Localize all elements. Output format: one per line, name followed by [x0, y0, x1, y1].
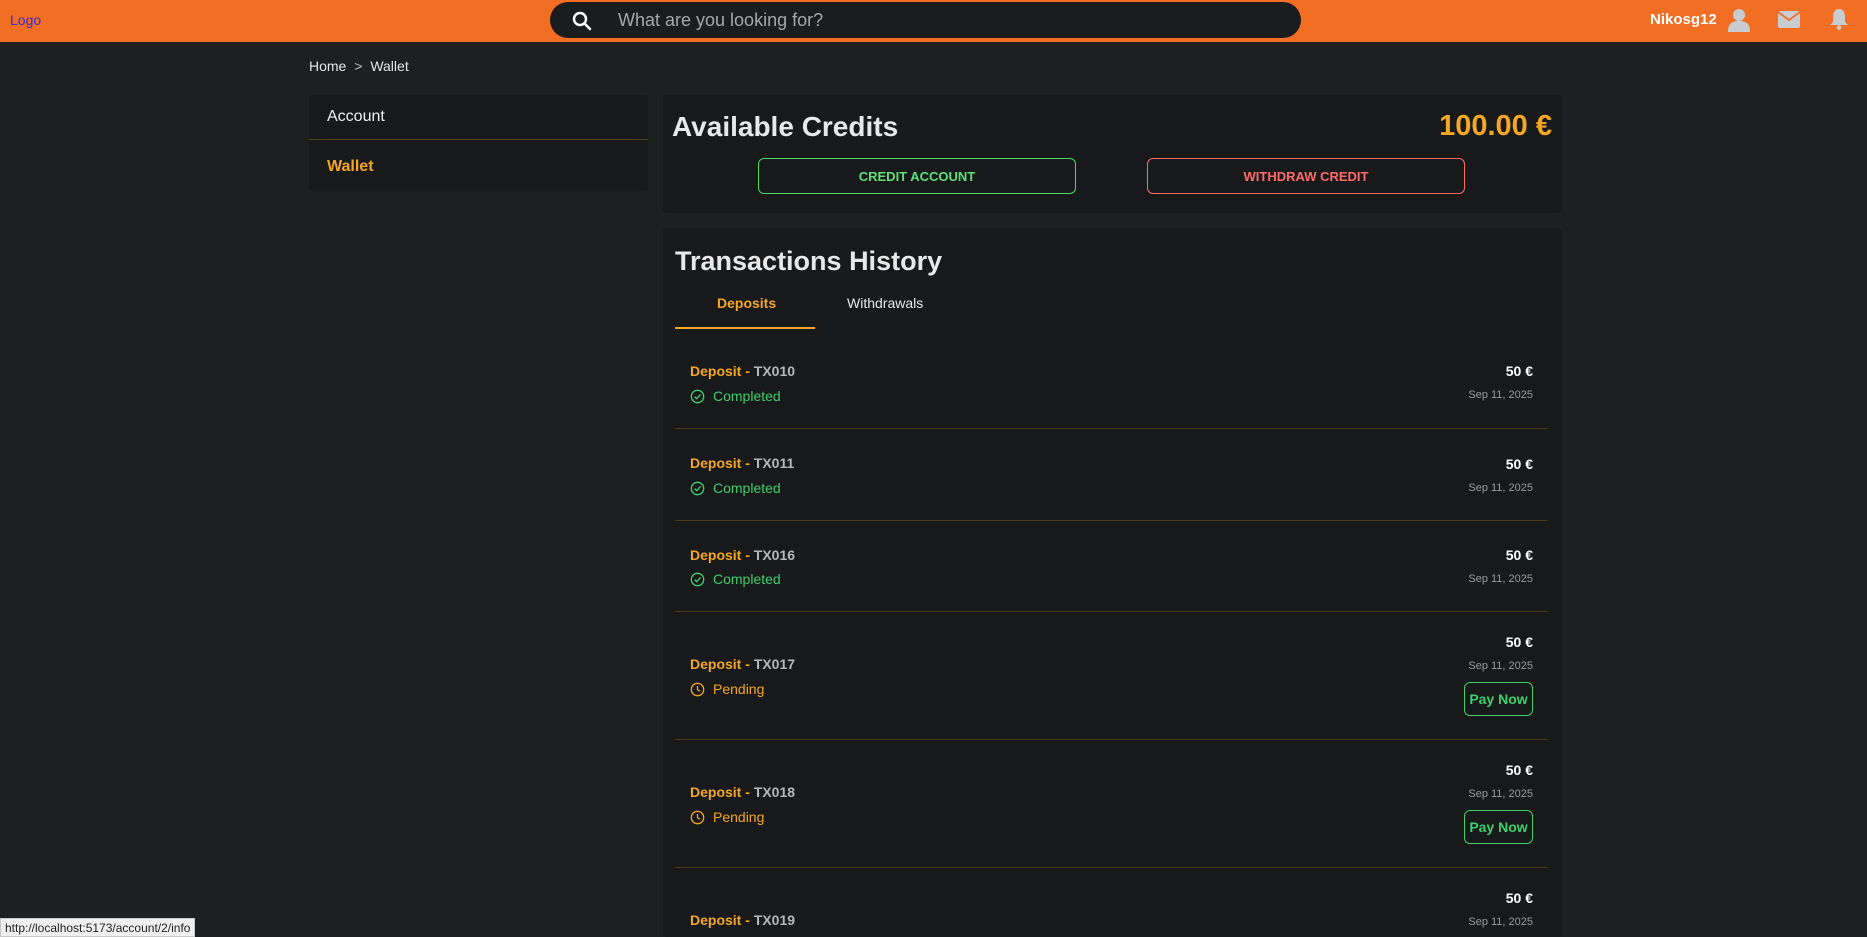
- credit-account-button[interactable]: CREDIT ACCOUNT: [758, 158, 1076, 194]
- pay-now-button[interactable]: Pay Now: [1464, 682, 1533, 716]
- credits-title: Available Credits: [672, 111, 899, 142]
- username[interactable]: Nikosg12: [1650, 11, 1717, 28]
- clock-icon: [690, 682, 705, 697]
- transaction-name: Deposit - TX018: [690, 784, 795, 800]
- search-icon[interactable]: [572, 11, 592, 31]
- transaction-id: TX018: [753, 784, 796, 800]
- active-tab-indicator: [675, 327, 815, 329]
- transaction-id: TX017: [753, 656, 796, 672]
- status-text: Completed: [713, 480, 781, 496]
- transaction-status: Completed: [690, 388, 781, 404]
- mail-icon[interactable]: [1778, 11, 1800, 28]
- transaction-status: Completed: [690, 571, 781, 587]
- transaction-amount: 50 €: [1505, 363, 1533, 379]
- transaction-date: Sep 11, 2025: [1468, 389, 1533, 401]
- user-icon[interactable]: [1728, 8, 1750, 32]
- account-sidebar: Account Wallet: [309, 95, 648, 191]
- check-circle-icon: [690, 481, 705, 496]
- search-input[interactable]: [618, 7, 1278, 33]
- check-circle-icon: [690, 389, 705, 404]
- transactions-card: Transactions History Deposits Withdrawal…: [663, 228, 1562, 937]
- transaction-id: TX011: [753, 455, 795, 471]
- transaction-id: TX019: [753, 912, 796, 928]
- status-text: Pending: [713, 809, 765, 825]
- transaction-row: Deposit - TX016 Completed 50 € Sep 11, 2…: [675, 521, 1547, 612]
- credits-card: Available Credits 100.00 € CREDIT ACCOUN…: [663, 95, 1562, 213]
- transaction-name: Deposit - TX016: [690, 547, 795, 563]
- transaction-amount: 50 €: [1505, 547, 1533, 563]
- status-text: Pending: [713, 681, 765, 697]
- transaction-amount: 50 €: [1505, 456, 1533, 472]
- transaction-row: Deposit - TX010 Completed 50 € Sep 11, 2…: [675, 336, 1547, 429]
- check-circle-icon: [690, 572, 705, 587]
- status-text: Completed: [713, 388, 781, 404]
- transaction-type: Deposit -: [690, 363, 750, 379]
- transaction-row: Deposit - TX011 Completed 50 € Sep 11, 2…: [675, 429, 1547, 521]
- transaction-type: Deposit -: [690, 547, 750, 563]
- transaction-name: Deposit - TX017: [690, 656, 795, 672]
- logo[interactable]: Logo: [10, 12, 41, 28]
- status-bar-url: http://localhost:5173/account/2/info: [0, 918, 196, 937]
- transaction-name: Deposit - TX011: [690, 455, 794, 471]
- clock-icon: [690, 810, 705, 825]
- credits-amount: 100.00 €: [1439, 110, 1552, 142]
- breadcrumb-current: Wallet: [370, 58, 409, 74]
- transactions-title: Transactions History: [675, 246, 943, 276]
- transaction-date: Sep 11, 2025: [1468, 916, 1533, 928]
- transaction-date: Sep 11, 2025: [1468, 573, 1533, 585]
- status-text: Completed: [713, 571, 781, 587]
- withdraw-credit-button[interactable]: WITHDRAW CREDIT: [1147, 158, 1465, 194]
- breadcrumb: Home > Wallet: [309, 58, 413, 74]
- transaction-status: Completed: [690, 480, 781, 496]
- tab-deposits[interactable]: Deposits: [717, 295, 776, 311]
- sidebar-item-wallet[interactable]: Wallet: [327, 158, 374, 176]
- transaction-name: Deposit - TX019: [690, 912, 795, 928]
- transaction-type: Deposit -: [690, 912, 750, 928]
- transaction-status: Pending: [690, 681, 764, 697]
- pay-now-button[interactable]: Pay Now: [1464, 810, 1533, 844]
- tab-withdrawals[interactable]: Withdrawals: [847, 295, 923, 311]
- transaction-type: Deposit -: [690, 455, 750, 471]
- transaction-amount: 50 €: [1505, 890, 1533, 906]
- search-bar[interactable]: [550, 2, 1301, 38]
- transaction-row: Deposit - TX017 Pending 50 € Sep 11, 202…: [675, 612, 1547, 740]
- transaction-type: Deposit -: [690, 784, 750, 800]
- transaction-amount: 50 €: [1505, 762, 1533, 778]
- transaction-row: Deposit - TX019 50 € Sep 11, 2025: [675, 868, 1547, 937]
- transaction-date: Sep 11, 2025: [1468, 482, 1533, 494]
- sidebar-divider: [309, 139, 648, 140]
- transaction-name: Deposit - TX010: [690, 363, 795, 379]
- transaction-amount: 50 €: [1505, 634, 1533, 650]
- transaction-id: TX010: [753, 363, 796, 379]
- transaction-row: Deposit - TX018 Pending 50 € Sep 11, 202…: [675, 740, 1547, 868]
- bell-icon[interactable]: [1830, 8, 1848, 30]
- transaction-date: Sep 11, 2025: [1468, 660, 1533, 672]
- sidebar-item-account[interactable]: Account: [327, 108, 385, 126]
- breadcrumb-home[interactable]: Home: [309, 58, 346, 74]
- transaction-id: TX016: [753, 547, 796, 563]
- top-bar: Logo Nikosg12: [0, 0, 1867, 42]
- transaction-date: Sep 11, 2025: [1468, 788, 1533, 800]
- transaction-status: Pending: [690, 809, 764, 825]
- transaction-type: Deposit -: [690, 656, 750, 672]
- breadcrumb-separator: >: [354, 58, 363, 74]
